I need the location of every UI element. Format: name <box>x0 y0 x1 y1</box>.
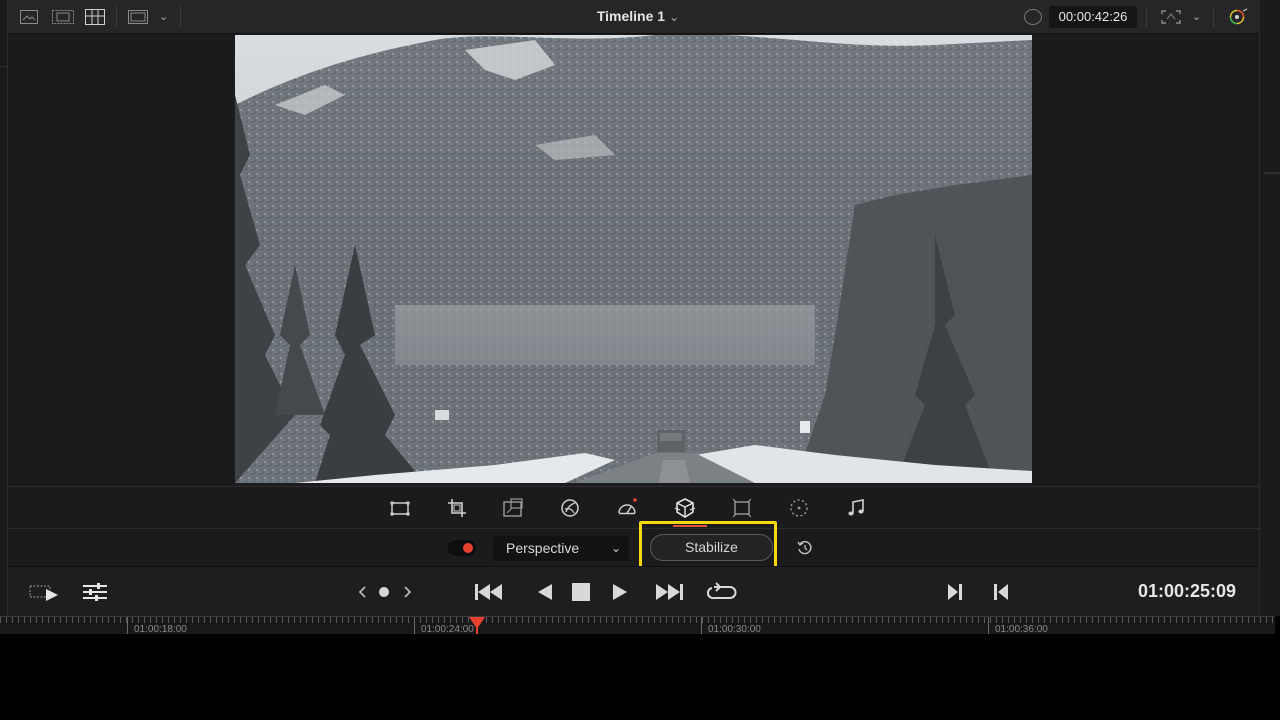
stabilization-mode-dropdown[interactable]: Perspective ⌄ <box>493 536 629 561</box>
open-fx-overlay-tool[interactable] <box>559 497 581 519</box>
reset-icon[interactable] <box>796 539 814 557</box>
music-note-icon <box>848 499 864 516</box>
speedometer-icon <box>618 498 637 515</box>
smart-reframe-tool[interactable] <box>788 497 810 519</box>
crop-tool[interactable] <box>446 497 468 519</box>
dynamic-zoom-icon <box>503 498 523 517</box>
source-timecode[interactable]: 00:00:42:26 <box>1049 6 1137 28</box>
right-panel-edge <box>1259 0 1280 616</box>
onscreen-controls-icon[interactable] <box>1160 9 1182 25</box>
viewer-tools-row <box>8 486 1259 528</box>
annotation-icon <box>732 498 752 518</box>
stop-icon[interactable] <box>570 581 592 603</box>
clip-playback-icon[interactable] <box>28 581 62 603</box>
keyframe-dot-icon[interactable] <box>377 581 391 603</box>
crop-icon <box>448 499 466 517</box>
annotation-tool[interactable] <box>731 497 753 519</box>
color-viewer-icon[interactable] <box>1228 8 1248 26</box>
transport-bar: 01:00:25:09 <box>8 566 1259 616</box>
go-to-end-icon[interactable] <box>653 581 685 603</box>
settings-sliders-icon[interactable] <box>82 581 108 603</box>
callout-highlight-box <box>639 521 777 571</box>
toolbar-divider <box>1146 6 1147 28</box>
ruler-major-tick <box>988 617 989 634</box>
toolbar-divider <box>1213 6 1214 28</box>
ruler-label: 01:00:18:00 <box>134 624 187 634</box>
ruler-label: 01:00:30:00 <box>708 624 761 634</box>
smart-reframe-icon <box>790 499 808 517</box>
viewer-toolbar: ⌄ Timeline 1 ⌄ 00:00:42:26 ⌄ <box>8 0 1259 34</box>
next-keyframe-icon[interactable] <box>400 581 414 603</box>
play-reverse-icon[interactable] <box>535 581 555 603</box>
toggle-on-dot <box>463 543 473 553</box>
viewer-panel: ⌄ Timeline 1 ⌄ 00:00:42:26 ⌄ Perspective… <box>8 0 1259 616</box>
stabilization-tool[interactable] <box>674 497 696 519</box>
record-timecode[interactable]: 01:00:25:09 <box>1138 581 1236 602</box>
toolbar-divider <box>180 6 181 28</box>
timeline-ruler[interactable]: 01:00:18:00 01:00:24:00 01:00:30:00 01:0… <box>0 616 1275 634</box>
stabilization-mode-value: Perspective <box>506 540 580 556</box>
ruler-ticks <box>0 617 1275 623</box>
toolbar-divider <box>116 6 117 28</box>
transform-icon <box>390 501 410 516</box>
image-wipe-icon[interactable] <box>20 10 38 24</box>
stabilization-enable-toggle[interactable] <box>448 540 476 556</box>
ruler-label: 01:00:36:00 <box>995 624 1048 634</box>
mode-chevron-down-icon: ⌄ <box>610 541 621 555</box>
next-edit-icon[interactable] <box>945 581 965 603</box>
ruler-major-tick <box>414 617 415 634</box>
left-panel-edge <box>0 0 8 616</box>
transform-tool[interactable] <box>389 497 411 519</box>
resolve-app: ⌄ Timeline 1 ⌄ 00:00:42:26 ⌄ Perspective… <box>0 0 1280 720</box>
video-preview[interactable] <box>235 35 1032 483</box>
split-screen-icon[interactable] <box>52 10 74 24</box>
video-frame-image <box>235 35 1032 483</box>
previous-edit-icon[interactable] <box>991 581 1011 603</box>
play-icon[interactable] <box>610 581 630 603</box>
viewer-size-icon[interactable] <box>128 10 148 24</box>
fx-overlay-icon <box>561 499 579 517</box>
timeline-chevron-down-icon[interactable]: ⌄ <box>669 10 679 24</box>
timeline-title[interactable]: Timeline 1 ⌄ <box>568 8 708 24</box>
previous-keyframe-icon[interactable] <box>356 581 370 603</box>
timeline-title-text: Timeline 1 <box>596 8 666 24</box>
ruler-label: 01:00:24:00 <box>421 624 474 634</box>
stabilization-icon <box>674 498 696 518</box>
loop-icon[interactable] <box>706 581 738 603</box>
dynamic-zoom-tool[interactable] <box>502 497 524 519</box>
ruler-major-tick <box>127 617 128 634</box>
ruler-major-tick <box>701 617 702 634</box>
stabilization-controls-row: Perspective ⌄ Stabilize <box>8 521 1259 571</box>
viewer-size-chevron-down-icon[interactable]: ⌄ <box>159 10 168 23</box>
clock-icon <box>1024 9 1042 25</box>
speed-change-tool[interactable] <box>616 497 638 519</box>
go-to-start-icon[interactable] <box>473 581 505 603</box>
audio-tool[interactable] <box>845 497 867 519</box>
controls-chevron-down-icon[interactable]: ⌄ <box>1192 10 1201 23</box>
multicam-icon[interactable] <box>85 9 105 25</box>
playhead-marker[interactable] <box>469 617 485 629</box>
